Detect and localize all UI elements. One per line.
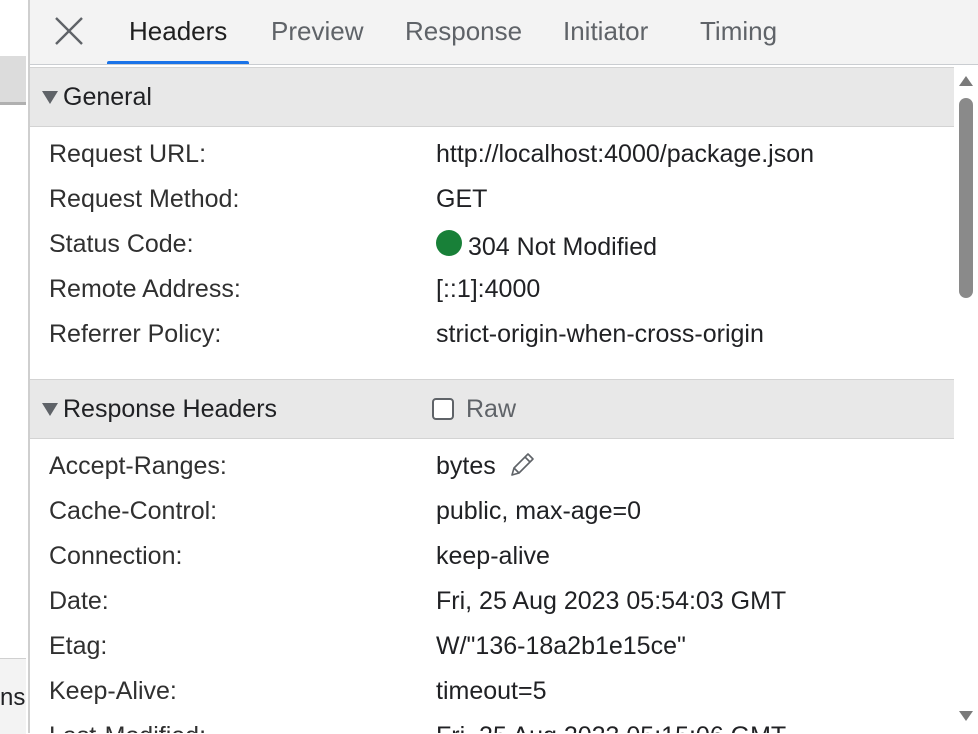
header-key: Cache-Control: — [49, 497, 218, 525]
left-panel-clipped-text: ns — [0, 684, 26, 711]
header-value[interactable]: bytes — [436, 452, 496, 481]
triangle-down-icon — [42, 403, 58, 416]
tab-bar: Headers Preview Response Initiator Timin… — [30, 0, 978, 65]
response-headers-section-title: Response Headers — [63, 395, 278, 423]
header-key: Request URL: — [49, 140, 207, 168]
tab-headers[interactable]: Headers — [106, 0, 250, 64]
header-row: Remote Address: [::1]:4000 — [30, 266, 954, 311]
header-key: Request Method: — [49, 185, 240, 213]
header-row: Accept-Ranges: bytes — [30, 443, 954, 488]
status-ok-icon — [436, 230, 462, 256]
header-row: Request URL: http://localhost:4000/packa… — [30, 131, 954, 176]
general-section-title: General — [63, 83, 152, 111]
header-value[interactable]: keep-alive — [436, 542, 550, 571]
header-key: Date: — [49, 587, 109, 615]
header-key: Accept-Ranges: — [49, 452, 227, 480]
raw-checkbox-label[interactable]: Raw — [466, 395, 516, 424]
headers-panel: Headers Preview Response Initiator Timin… — [30, 0, 978, 733]
tab-initiator[interactable]: Initiator — [563, 0, 648, 64]
header-row: Keep-Alive: timeout=5 — [30, 668, 954, 713]
header-value[interactable]: public, max-age=0 — [436, 497, 641, 526]
tab-response[interactable]: Response — [405, 0, 522, 64]
header-key: Keep-Alive: — [49, 677, 177, 705]
general-section-header[interactable]: General — [30, 67, 954, 127]
status-code-value[interactable]: 304 Not Modified — [468, 233, 657, 262]
header-row: Date: Fri, 25 Aug 2023 05:54:03 GMT — [30, 578, 954, 623]
header-row: Connection: keep-alive — [30, 533, 954, 578]
left-panel-selected-row[interactable] — [0, 56, 26, 105]
tab-preview[interactable]: Preview — [271, 0, 363, 64]
tab-timing[interactable]: Timing — [700, 0, 777, 64]
header-value[interactable]: Fri, 25 Aug 2023 05:54:03 GMT — [436, 587, 786, 616]
triangle-down-icon — [42, 91, 58, 104]
header-value[interactable]: http://localhost:4000/package.json — [436, 140, 814, 169]
header-value[interactable]: [::1]:4000 — [436, 275, 540, 304]
left-panel: ns — [0, 0, 30, 734]
close-icon — [55, 17, 83, 45]
header-value[interactable]: Fri, 25 Aug 2023 05:15:06 GMT — [436, 722, 786, 733]
header-value[interactable]: W/"136-18a2b1e15ce" — [436, 632, 686, 661]
header-key: Connection: — [49, 542, 183, 570]
scroll-up-arrow-icon[interactable] — [959, 76, 973, 86]
close-button[interactable] — [52, 14, 86, 48]
header-row: Last-Modified: Fri, 25 Aug 2023 05:15:06… — [30, 713, 954, 733]
edit-header-button[interactable] — [508, 449, 538, 479]
header-key: Etag: — [49, 632, 108, 660]
header-value[interactable]: strict-origin-when-cross-origin — [436, 320, 764, 349]
header-row: Referrer Policy: strict-origin-when-cros… — [30, 311, 954, 356]
header-value[interactable]: timeout=5 — [436, 677, 547, 706]
header-key: Status Code: — [49, 230, 194, 258]
header-key: Remote Address: — [49, 275, 241, 303]
raw-checkbox[interactable] — [432, 398, 454, 420]
header-row: Request Method: GET — [30, 176, 954, 221]
vertical-scrollbar[interactable] — [954, 66, 978, 733]
header-value[interactable]: GET — [436, 185, 487, 214]
header-row: Cache-Control: public, max-age=0 — [30, 488, 954, 533]
response-headers-section-header[interactable]: Response Headers Raw — [30, 379, 954, 439]
header-row: Status Code: 304 Not Modified — [30, 221, 954, 266]
scroll-thumb[interactable] — [959, 98, 973, 298]
header-row: Etag: W/"136-18a2b1e15ce" — [30, 623, 954, 668]
pencil-icon — [511, 453, 534, 476]
scroll-down-arrow-icon[interactable] — [959, 711, 973, 721]
header-key: Referrer Policy: — [49, 320, 222, 348]
header-key: Last-Modified: — [49, 722, 206, 733]
